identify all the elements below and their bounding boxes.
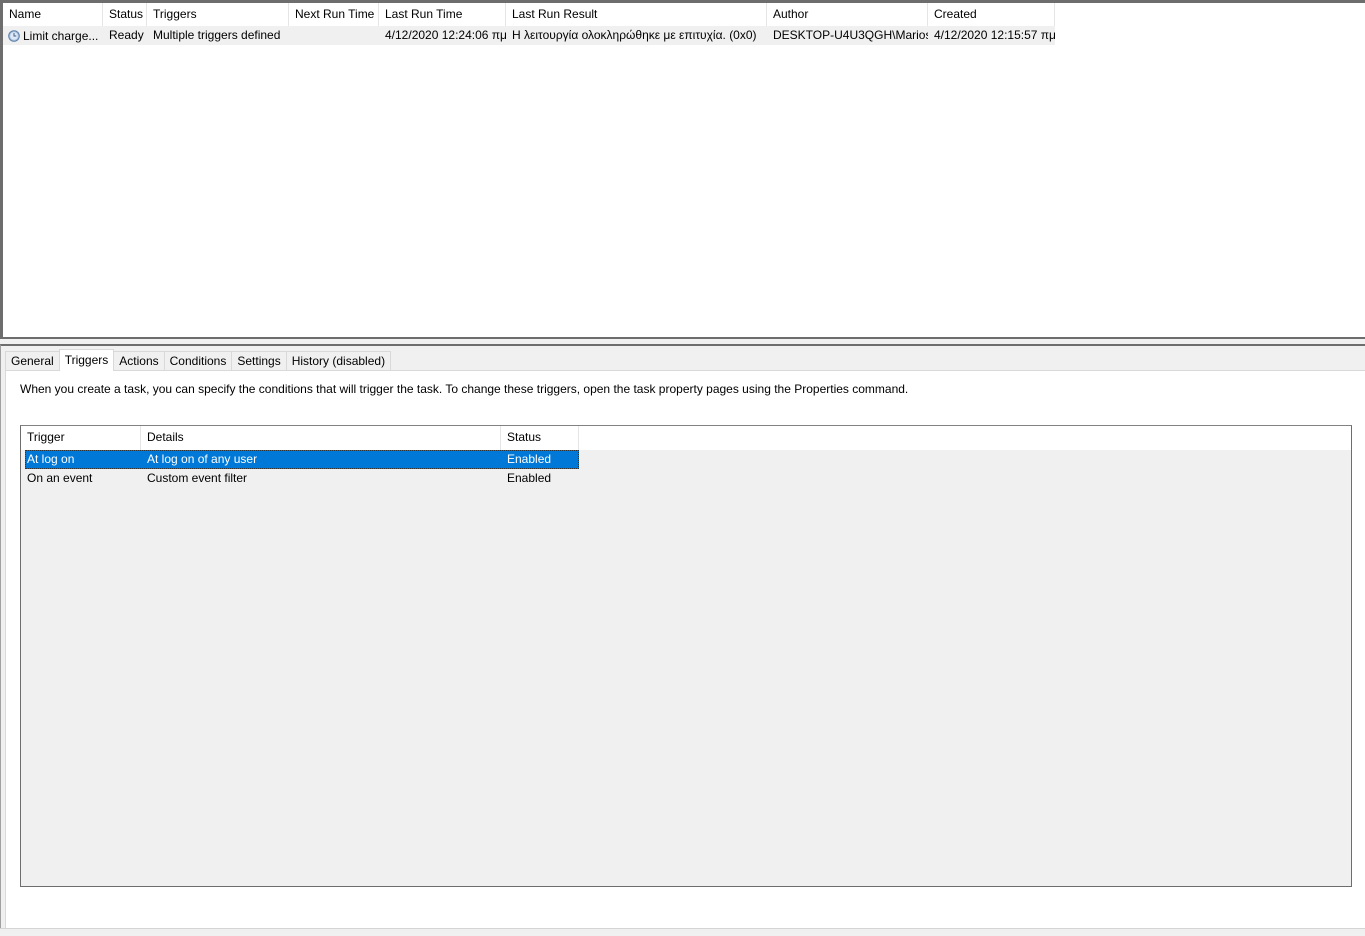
tab-general[interactable]: General (5, 351, 60, 371)
column-header-name[interactable]: Name (3, 3, 103, 26)
trigger-type: At log on (27, 452, 75, 466)
column-header-author[interactable]: Author (767, 3, 928, 26)
task-created: 4/12/2020 12:15:57 πμ (928, 26, 1055, 45)
task-list-header: Name Status Triggers Next Run Time Last … (3, 3, 1365, 26)
trigger-row[interactable]: On an event Custom event filter Enabled (25, 469, 1351, 488)
task-last-run-result: Η λειτουργία ολοκληρώθηκε με επιτυχία. (… (506, 26, 767, 45)
column-header-status[interactable]: Status (501, 426, 579, 450)
task-details-pane: General Triggers Actions Conditions Sett… (0, 344, 1365, 936)
tab-actions[interactable]: Actions (113, 351, 165, 371)
column-header-created[interactable]: Created (928, 3, 1055, 26)
trigger-details: Custom event filter (147, 471, 248, 485)
trigger-status: Enabled (507, 471, 552, 485)
task-next-run-time (289, 26, 379, 45)
tab-history[interactable]: History (disabled) (285, 351, 392, 371)
bottom-border (0, 928, 1365, 936)
trigger-details: At log on of any user (147, 452, 258, 466)
trigger-row[interactable]: At log on At log on of any user Enabled (25, 450, 579, 469)
details-tab-strip: General Triggers Actions Conditions Sett… (5, 349, 392, 371)
task-author: DESKTOP-U4U3QGH\Marios (767, 26, 928, 45)
trigger-status: Enabled (507, 452, 552, 466)
task-name: Limit charge... (23, 28, 99, 43)
column-header-next-run-time[interactable]: Next Run Time (289, 3, 379, 26)
triggers-list-header: Trigger Details Status (21, 426, 1351, 450)
task-list-pane: Name Status Triggers Next Run Time Last … (0, 0, 1365, 339)
triggers-info-text: When you create a task, you can specify … (20, 382, 909, 396)
task-last-run-time: 4/12/2020 12:24:06 πμ (379, 26, 506, 45)
column-header-triggers[interactable]: Triggers (147, 3, 289, 26)
tab-settings[interactable]: Settings (231, 351, 287, 371)
triggers-list[interactable]: Trigger Details Status At log on At log … (20, 425, 1352, 887)
column-header-last-run-result[interactable]: Last Run Result (506, 3, 767, 26)
task-triggers: Multiple triggers defined (147, 26, 289, 45)
task-row[interactable]: Limit charge... Ready Multiple triggers … (3, 26, 1365, 45)
column-header-status[interactable]: Status (103, 3, 147, 26)
clock-icon (8, 29, 20, 42)
tab-triggers[interactable]: Triggers (58, 349, 115, 371)
column-header-last-run-time[interactable]: Last Run Time (379, 3, 506, 26)
column-header-trigger[interactable]: Trigger (21, 426, 141, 450)
tab-conditions[interactable]: Conditions (163, 351, 233, 371)
trigger-type: On an event (27, 471, 93, 485)
triggers-tab-content: When you create a task, you can specify … (5, 370, 1365, 932)
column-header-details[interactable]: Details (141, 426, 501, 450)
task-status: Ready (103, 26, 147, 45)
